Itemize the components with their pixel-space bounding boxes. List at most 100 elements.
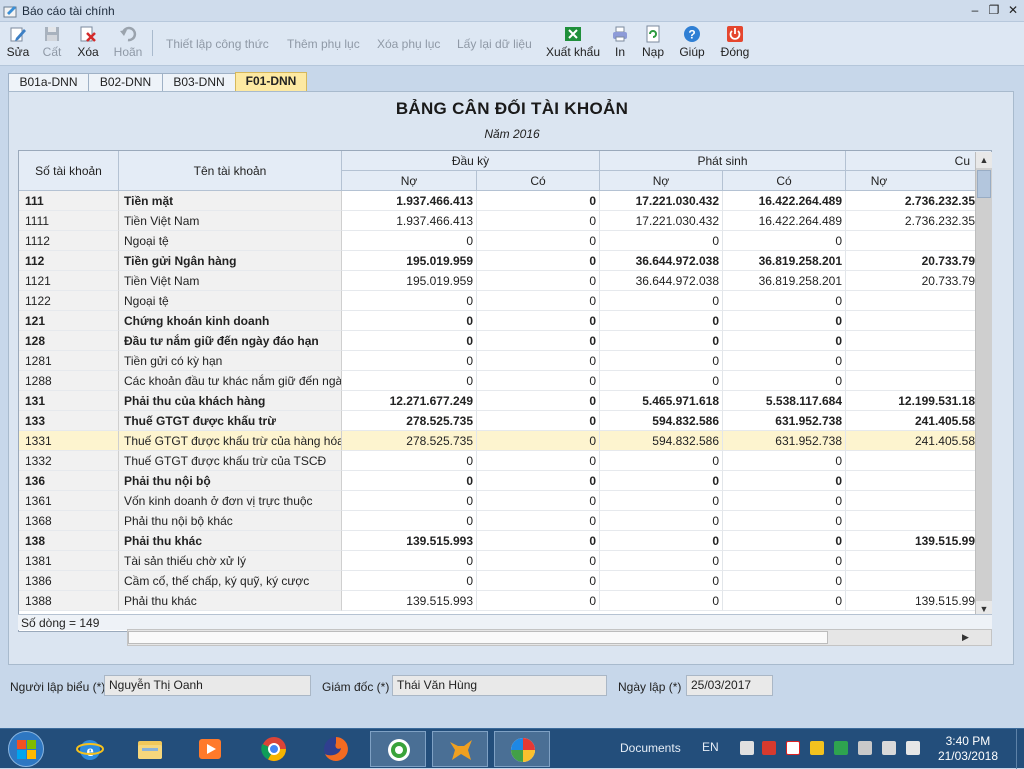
help-button[interactable]: ? Giúp — [676, 24, 708, 64]
taskbar-chrome[interactable] — [246, 731, 302, 767]
tab-b03-dnn[interactable]: B03-DNN — [162, 73, 236, 92]
vbox-icon[interactable] — [786, 741, 800, 755]
cell-closing-debit[interactable] — [846, 551, 979, 571]
header-closing-debit[interactable]: Nợ — [846, 171, 991, 191]
table-row[interactable]: 133 Thuế GTGT được khấu trừ 278.525.735 0 59… — [19, 411, 991, 431]
scroll-right-icon[interactable]: ▶ — [958, 630, 973, 645]
cell-account-code[interactable]: 1368 — [19, 511, 119, 531]
cell-movement-debit[interactable]: 0 — [600, 371, 723, 391]
header-opening-credit[interactable]: Có — [477, 171, 600, 191]
minimize-icon[interactable]: – — [966, 2, 984, 18]
cell-opening-credit[interactable]: 0 — [477, 431, 600, 451]
add-appendix-button[interactable]: Thêm phụ lục — [287, 37, 360, 51]
cell-closing-debit[interactable]: 241.405.58 — [846, 431, 979, 451]
cell-closing-debit[interactable] — [846, 371, 979, 391]
cell-opening-debit[interactable]: 1.937.466.413 — [342, 211, 477, 231]
cell-closing-debit[interactable]: 12.199.531.18 — [846, 391, 979, 411]
clock[interactable]: 3:40 PM 21/03/2018 — [938, 734, 998, 764]
cell-account-name[interactable]: Tiền gửi có kỳ hạn — [119, 351, 342, 371]
cell-account-code[interactable]: 112 — [19, 251, 119, 271]
cell-opening-credit[interactable]: 0 — [477, 311, 600, 331]
cell-account-code[interactable]: 136 — [19, 471, 119, 491]
table-row[interactable]: 136 Phải thu nội bộ 0 0 0 0 — [19, 471, 991, 491]
cell-account-code[interactable]: 133 — [19, 411, 119, 431]
cell-movement-debit[interactable]: 0 — [600, 591, 723, 611]
cell-opening-debit[interactable]: 0 — [342, 311, 477, 331]
cell-movement-debit[interactable]: 0 — [600, 551, 723, 571]
tab-b02-dnn[interactable]: B02-DNN — [88, 73, 163, 92]
table-row[interactable]: 1332 Thuế GTGT được khấu trừ của TSCĐ 0 0 0 0 — [19, 451, 991, 471]
cell-account-code[interactable]: 1288 — [19, 371, 119, 391]
cell-movement-credit[interactable]: 0 — [723, 591, 846, 611]
table-row[interactable]: 112 Tiền gửi Ngân hàng 195.019.959 0 36.644.… — [19, 251, 991, 271]
cell-movement-credit[interactable]: 36.819.258.201 — [723, 251, 846, 271]
cell-opening-debit[interactable]: 1.937.466.413 — [342, 191, 477, 211]
cell-movement-credit[interactable]: 0 — [723, 371, 846, 391]
cell-opening-debit[interactable]: 195.019.959 — [342, 251, 477, 271]
cell-account-name[interactable]: Phải thu của khách hàng — [119, 391, 342, 411]
close-window-icon[interactable]: ✕ — [1004, 2, 1022, 18]
restore-icon[interactable]: ❐ — [985, 2, 1003, 18]
warning-icon[interactable] — [810, 741, 824, 755]
cell-opening-debit[interactable]: 0 — [342, 471, 477, 491]
load-button[interactable]: Nạp — [640, 24, 666, 64]
date-field[interactable]: 25/03/2017 — [686, 675, 773, 696]
balance-grid[interactable]: Số tài khoản Tên tài khoản Đầu kỳ Phát s… — [18, 150, 992, 632]
table-row[interactable]: 1281 Tiền gửi có kỳ hạn 0 0 0 0 — [19, 351, 991, 371]
network-app-icon[interactable] — [834, 741, 848, 755]
cell-opening-credit[interactable]: 0 — [477, 251, 600, 271]
vertical-scrollbar[interactable]: ▲ ▼ — [975, 152, 992, 617]
tab-b01a-dnn[interactable]: B01a-DNN — [8, 73, 89, 92]
cell-movement-credit[interactable]: 0 — [723, 451, 846, 471]
header-opening-debit[interactable]: Nợ — [342, 171, 477, 191]
cell-closing-debit[interactable] — [846, 571, 979, 591]
cell-closing-debit[interactable]: 20.733.79 — [846, 271, 979, 291]
taskbar-media[interactable] — [182, 731, 238, 767]
cell-account-code[interactable]: 1112 — [19, 231, 119, 251]
setup-formula-button[interactable]: Thiết lập công thức — [166, 37, 269, 51]
cell-closing-debit[interactable]: 2.736.232.35 — [846, 211, 979, 231]
cell-movement-credit[interactable]: 0 — [723, 311, 846, 331]
cell-movement-debit[interactable]: 36.644.972.038 — [600, 271, 723, 291]
cell-account-name[interactable]: Phải thu nội bộ — [119, 471, 342, 491]
cell-opening-debit[interactable]: 278.525.735 — [342, 431, 477, 451]
cell-account-code[interactable]: 1388 — [19, 591, 119, 611]
remove-appendix-button[interactable]: Xóa phụ lục — [377, 37, 440, 51]
cell-account-name[interactable]: Ngoại tệ — [119, 291, 342, 311]
cell-opening-credit[interactable]: 0 — [477, 551, 600, 571]
export-button[interactable]: Xuất khẩu — [544, 24, 602, 64]
cell-account-name[interactable]: Tiền Việt Nam — [119, 271, 342, 291]
table-row[interactable]: 1121 Tiền Việt Nam 195.019.959 0 36.644.972.… — [19, 271, 991, 291]
cell-account-name[interactable]: Các khoản đầu tư khác nắm giữ đến ngày..… — [119, 371, 342, 391]
cell-movement-debit[interactable]: 0 — [600, 331, 723, 351]
cell-account-code[interactable]: 131 — [19, 391, 119, 411]
cell-closing-debit[interactable] — [846, 511, 979, 531]
cell-opening-debit[interactable]: 0 — [342, 551, 477, 571]
cell-movement-credit[interactable]: 0 — [723, 531, 846, 551]
cell-account-name[interactable]: Chứng khoán kinh doanh — [119, 311, 342, 331]
table-row[interactable]: 1112 Ngoại tệ 0 0 0 0 — [19, 231, 991, 251]
cell-closing-debit[interactable]: 241.405.58 — [846, 411, 979, 431]
cell-closing-debit[interactable] — [846, 231, 979, 251]
cell-movement-debit[interactable]: 594.832.586 — [600, 431, 723, 451]
cell-movement-debit[interactable]: 17.221.030.432 — [600, 211, 723, 231]
cell-closing-debit[interactable]: 2.736.232.35 — [846, 191, 979, 211]
cell-opening-credit[interactable]: 0 — [477, 211, 600, 231]
cell-account-code[interactable]: 1386 — [19, 571, 119, 591]
cell-movement-credit[interactable]: 5.538.117.684 — [723, 391, 846, 411]
cell-account-code[interactable]: 1381 — [19, 551, 119, 571]
table-row[interactable]: 128 Đầu tư nắm giữ đến ngày đáo hạn 0 0 0 0 — [19, 331, 991, 351]
delete-button[interactable]: Xóa — [74, 24, 102, 64]
table-row[interactable]: 1361 Vốn kinh doanh ở đơn vị trực thuộc 0 0… — [19, 491, 991, 511]
cell-account-code[interactable]: 111 — [19, 191, 119, 211]
cell-closing-debit[interactable] — [846, 471, 979, 491]
cell-movement-debit[interactable]: 0 — [600, 471, 723, 491]
print-button[interactable]: In — [608, 24, 632, 64]
cell-account-code[interactable]: 1121 — [19, 271, 119, 291]
cell-opening-credit[interactable]: 0 — [477, 571, 600, 591]
language-indicator[interactable]: EN — [702, 740, 719, 754]
cell-movement-debit[interactable]: 0 — [600, 491, 723, 511]
hscroll-thumb[interactable] — [128, 631, 828, 644]
table-row[interactable]: 1381 Tài sản thiếu chờ xử lý 0 0 0 0 — [19, 551, 991, 571]
table-row[interactable]: 1386 Cầm cố, thế chấp, ký quỹ, ký cược 0 0 0… — [19, 571, 991, 591]
